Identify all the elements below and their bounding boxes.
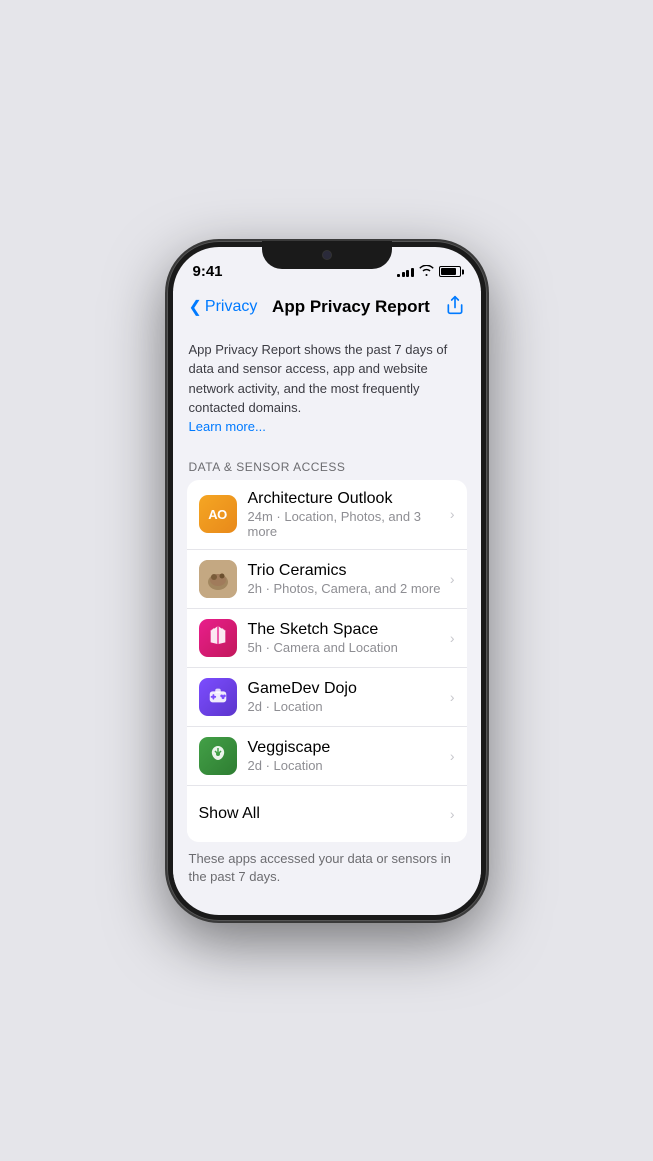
app-name: Trio Ceramics [248, 562, 446, 580]
camera [322, 250, 332, 260]
app-name: The Sketch Space [248, 621, 446, 639]
learn-more-link[interactable]: Learn more... [189, 419, 266, 434]
item-text: Trio Ceramics 2h · Photos, Camera, and 2… [248, 562, 446, 596]
nav-bar: ❮ Privacy App Privacy Report [173, 291, 481, 328]
chevron-right-icon: › [450, 506, 455, 522]
show-all-label[interactable]: Show All [199, 805, 260, 823]
list-item[interactable]: AO Architecture Outlook 24m · Location, … [187, 480, 467, 550]
notch [262, 241, 392, 269]
phone-screen: 9:41 [173, 247, 481, 915]
chevron-right-icon: › [450, 630, 455, 646]
list-item[interactable]: Trio Ceramics 2h · Photos, Camera, and 2… [187, 550, 467, 609]
app-name: GameDev Dojo [248, 680, 446, 698]
list-item[interactable]: GameDev Dojo 2d · Location › [187, 668, 467, 727]
app-subtitle: 2d · Location [248, 699, 446, 714]
app-subtitle: 24m · Location, Photos, and 3 more [248, 509, 446, 539]
item-text: Veggiscape 2d · Location [248, 739, 446, 773]
item-text: GameDev Dojo 2d · Location [248, 680, 446, 714]
app-icon-sketch [199, 619, 237, 657]
battery-icon [439, 266, 461, 277]
chevron-left-icon: ❮ [189, 297, 202, 317]
back-label[interactable]: Privacy [205, 298, 257, 316]
chevron-right-icon: › [450, 689, 455, 705]
app-subtitle: 2h · Photos, Camera, and 2 more [248, 581, 446, 596]
chevron-right-icon: › [450, 748, 455, 764]
data-sensor-section-header: DATA & SENSOR ACCESS [173, 444, 481, 480]
app-icon-gamedev [199, 678, 237, 716]
info-block: App Privacy Report shows the past 7 days… [173, 328, 481, 444]
app-subtitle: 5h · Camera and Location [248, 640, 446, 655]
list-item[interactable]: The Sketch Space 5h · Camera and Locatio… [187, 609, 467, 668]
app-name: Architecture Outlook [248, 490, 446, 508]
chevron-right-icon: › [450, 806, 455, 822]
show-all-item[interactable]: Show All › [187, 786, 467, 842]
phone-frame: 9:41 [167, 241, 487, 921]
sensor-footer-note: These apps accessed your data or sensors… [173, 842, 481, 900]
item-text: The Sketch Space 5h · Camera and Locatio… [248, 621, 446, 655]
status-time: 9:41 [193, 263, 223, 280]
app-icon-trio [199, 560, 237, 598]
info-description: App Privacy Report shows the past 7 days… [189, 342, 448, 416]
share-button[interactable] [445, 295, 465, 320]
app-name: Veggiscape [248, 739, 446, 757]
page-title: App Privacy Report [272, 297, 430, 317]
data-sensor-list: AO Architecture Outlook 24m · Location, … [187, 480, 467, 842]
signal-icon [397, 266, 414, 277]
app-icon-ao: AO [199, 495, 237, 533]
back-button[interactable]: ❮ Privacy [189, 297, 258, 317]
app-icon-veggie [199, 737, 237, 775]
chevron-right-icon: › [450, 571, 455, 587]
app-subtitle: 2d · Location [248, 758, 446, 773]
item-text: Architecture Outlook 24m · Location, Pho… [248, 490, 446, 539]
status-icons [397, 265, 461, 279]
wifi-icon [419, 265, 434, 279]
main-content: App Privacy Report shows the past 7 days… [173, 328, 481, 900]
list-item[interactable]: Veggiscape 2d · Location › [187, 727, 467, 786]
